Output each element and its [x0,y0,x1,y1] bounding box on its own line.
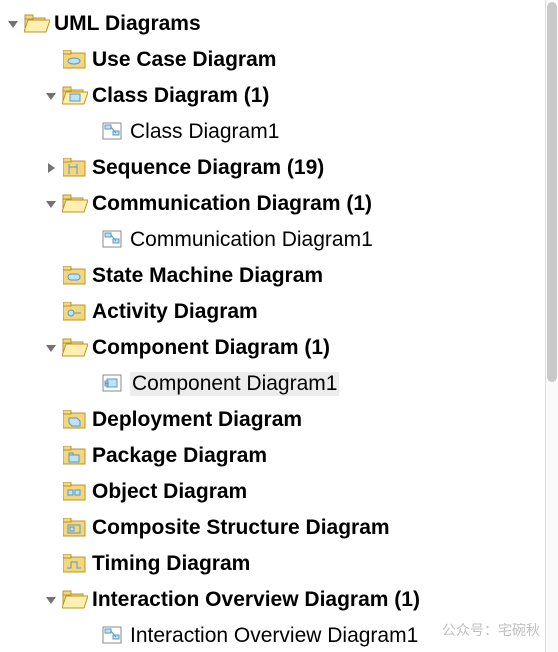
diagram-icon [100,227,126,253]
tree-item-package[interactable]: Package Diagram [2,438,558,474]
chevron-right-icon[interactable] [40,157,62,179]
tree-item-label: Sequence Diagram (19) [92,156,324,180]
folder-timing-icon [62,551,88,577]
folder-activity-icon [62,299,88,325]
tree-item-label: Object Diagram [92,480,247,504]
vertical-scrollbar[interactable] [545,0,558,652]
tree-child-label: Interaction Overview Diagram1 [130,624,418,648]
tree-item-label: State Machine Diagram [92,264,323,288]
tree-item-activity[interactable]: Activity Diagram [2,294,558,330]
diagram-icon [100,371,126,397]
tree-item-label: Composite Structure Diagram [92,516,390,540]
folder-open-icon [24,11,50,37]
tree-item-statemachine[interactable]: State Machine Diagram [2,258,558,294]
tree-child-label: Component Diagram1 [130,372,339,396]
folder-composite-icon [62,515,88,541]
tree-item-object[interactable]: Object Diagram [2,474,558,510]
tree-item-label: Component Diagram (1) [92,336,330,360]
tree-item-label: Activity Diagram [92,300,258,324]
tree-item-component[interactable]: Component Diagram (1) [2,330,558,366]
tree-item-label: Interaction Overview Diagram (1) [92,588,420,612]
folder-package-icon [62,443,88,469]
chevron-down-icon[interactable] [2,13,24,35]
chevron-down-icon[interactable] [40,337,62,359]
tree-child-component-diagram1[interactable]: Component Diagram1 [2,366,558,402]
folder-class-icon [62,83,88,109]
tree-item-composite[interactable]: Composite Structure Diagram [2,510,558,546]
diagram-icon [100,623,126,649]
folder-object-icon [62,479,88,505]
chevron-down-icon[interactable] [40,85,62,107]
tree-child-class-diagram1[interactable]: Class Diagram1 [2,114,558,150]
tree-root-row[interactable]: UML Diagrams [2,6,558,42]
tree-child-communication-diagram1[interactable]: Communication Diagram1 [2,222,558,258]
tree-item-interactionoverview[interactable]: Interaction Overview Diagram (1) [2,582,558,618]
tree-child-label: Class Diagram1 [130,120,279,144]
tree-item-label: Use Case Diagram [92,48,276,72]
tree-item-label: Communication Diagram (1) [92,192,372,216]
diagram-icon [100,119,126,145]
scroll-thumb[interactable] [547,2,557,382]
tree-item-communication[interactable]: Communication Diagram (1) [2,186,558,222]
tree-item-label: Timing Diagram [92,552,250,576]
tree-root-label: UML Diagrams [54,12,201,36]
folder-deployment-icon [62,407,88,433]
chevron-down-icon[interactable] [40,589,62,611]
folder-state-icon [62,263,88,289]
folder-sequence-icon [62,155,88,181]
tree-item-label: Package Diagram [92,444,267,468]
tree-item-label: Class Diagram (1) [92,84,269,108]
tree-child-interactionoverview-diagram1[interactable]: Interaction Overview Diagram1 [2,618,558,652]
tree-item-sequence[interactable]: Sequence Diagram (19) [2,150,558,186]
tree-item-deployment[interactable]: Deployment Diagram [2,402,558,438]
folder-communication-icon [62,191,88,217]
tree-item-timing[interactable]: Timing Diagram [2,546,558,582]
chevron-down-icon[interactable] [40,193,62,215]
uml-tree: UML Diagrams Use Case Diagram [0,0,558,652]
folder-component-icon [62,335,88,361]
folder-usecase-icon [62,47,88,73]
tree-item-usecase[interactable]: Use Case Diagram [2,42,558,78]
tree-item-class[interactable]: Class Diagram (1) [2,78,558,114]
tree-item-label: Deployment Diagram [92,408,302,432]
folder-interactionoverview-icon [62,587,88,613]
tree-child-label: Communication Diagram1 [130,228,373,252]
